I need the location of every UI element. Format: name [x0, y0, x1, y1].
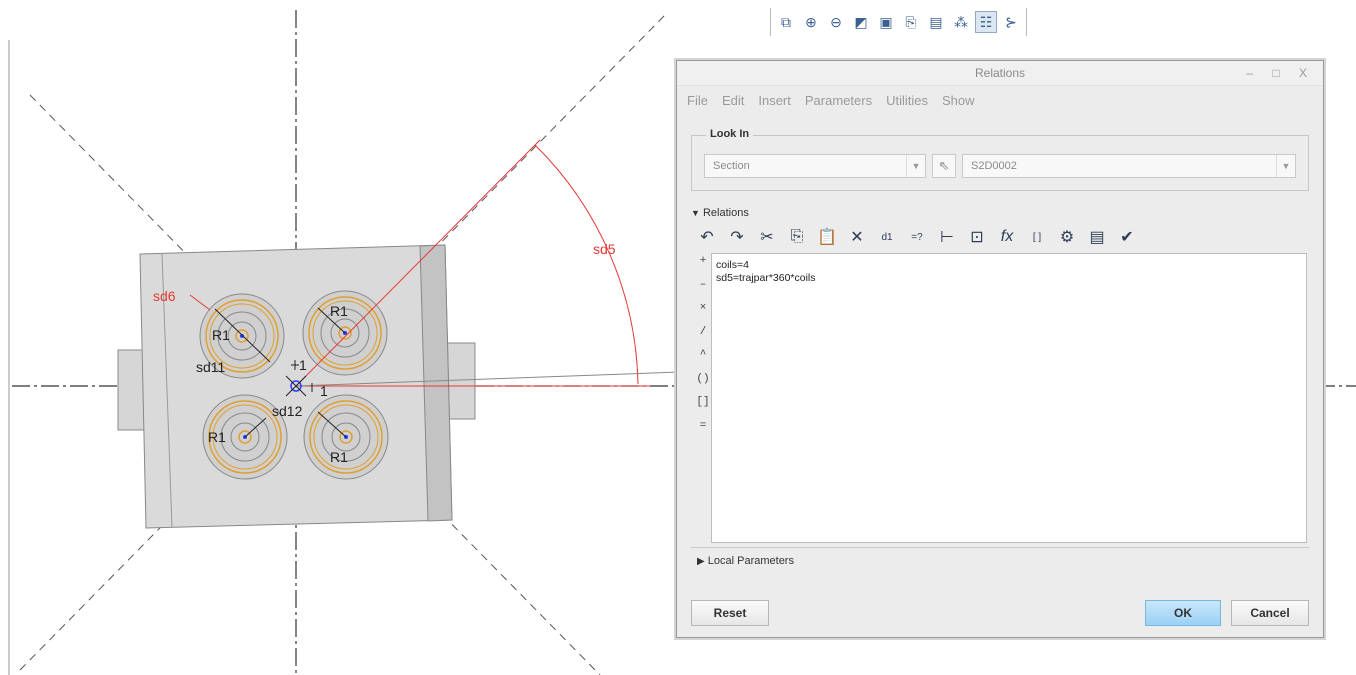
- undo-icon[interactable]: ↶: [695, 225, 719, 249]
- look-in-type-select[interactable]: Section ▼: [704, 154, 926, 178]
- relation-line[interactable]: coils=4: [716, 259, 1302, 272]
- dim-sd12-label[interactable]: sd12: [272, 403, 303, 419]
- select-pointer-button[interactable]: ⇖: [932, 154, 956, 178]
- dialog-title: Relations: [974, 66, 1026, 80]
- menu-edit[interactable]: Edit: [722, 93, 744, 108]
- copy-icon[interactable]: ⎘: [785, 225, 809, 249]
- datum-display-icon[interactable]: ⁂: [950, 11, 972, 33]
- view-manager-icon[interactable]: ▤: [925, 11, 947, 33]
- relations-section-label: Relations: [702, 207, 749, 219]
- evaluate-icon[interactable]: =?: [905, 225, 929, 249]
- look-in-type-value: Section: [713, 160, 750, 172]
- cut-icon[interactable]: ✂: [755, 225, 779, 249]
- chevron-down-icon: ▼: [906, 155, 925, 177]
- verify-icon[interactable]: ✔: [1115, 225, 1139, 249]
- menu-insert[interactable]: Insert: [758, 93, 791, 108]
- dim-sd6-label[interactable]: sd6: [153, 288, 176, 304]
- radius-label-tr[interactable]: R1: [330, 303, 348, 319]
- operator-column: + – × / ^ () [] =: [695, 255, 711, 443]
- sketch-display-icon[interactable]: ☷: [975, 11, 997, 33]
- cursor-arrow-icon: ⇖: [938, 158, 950, 173]
- constraint-label-b: 1: [320, 383, 328, 399]
- reset-button[interactable]: Reset: [691, 600, 769, 626]
- relations-section-toggle[interactable]: ▼ Relations: [691, 207, 749, 219]
- ok-button[interactable]: OK: [1145, 600, 1221, 626]
- insert-dimension-icon[interactable]: ⊢: [935, 225, 959, 249]
- refit-icon[interactable]: ⧉: [775, 11, 797, 33]
- op-divide[interactable]: /: [695, 326, 711, 350]
- look-in-group: Look In Section ▼ ⇖ S2D0002 ▼: [691, 128, 1309, 191]
- menu-utilities[interactable]: Utilities: [886, 93, 928, 108]
- dialog-titlebar[interactable]: Relations – □ X: [677, 61, 1323, 86]
- unit-sensitive-icon[interactable]: ⚙: [1055, 225, 1079, 249]
- menu-file[interactable]: File: [687, 93, 708, 108]
- look-in-legend: Look In: [706, 128, 754, 140]
- sort-icon[interactable]: ▤: [1085, 225, 1109, 249]
- radius-label-tl[interactable]: R1: [212, 327, 230, 343]
- local-parameters-toggle[interactable]: ▶ Local Parameters: [697, 555, 794, 567]
- paste-icon[interactable]: 📋: [815, 225, 839, 249]
- display-icon[interactable]: ⊡: [965, 225, 989, 249]
- delete-icon[interactable]: ✕: [845, 225, 869, 249]
- op-power[interactable]: ^: [695, 349, 711, 373]
- zoom-in-icon[interactable]: ⊕: [800, 11, 822, 33]
- op-plus[interactable]: +: [695, 255, 711, 279]
- view-toolbar: ⧉ ⊕ ⊖ ◩ ▣ ⎘ ▤ ⁂ ☷ ⊱: [770, 8, 1027, 36]
- look-in-item-select[interactable]: S2D0002 ▼: [962, 154, 1296, 178]
- divider: [691, 547, 1309, 548]
- dialog-button-row: Reset OK Cancel: [677, 595, 1323, 637]
- op-brackets[interactable]: []: [695, 396, 711, 420]
- display-style-icon[interactable]: ▣: [875, 11, 897, 33]
- caret-down-icon: ▼: [691, 208, 700, 218]
- caret-right-icon: ▶: [697, 556, 705, 567]
- sketcher-display-icon[interactable]: ⊱: [1000, 11, 1022, 33]
- dim-sd5-label[interactable]: sd5: [593, 241, 616, 257]
- brackets-icon[interactable]: [ ]: [1025, 225, 1049, 249]
- constraint-label-a: 1: [299, 357, 307, 373]
- op-multiply[interactable]: ×: [695, 302, 711, 326]
- chevron-down-icon: ▼: [1276, 155, 1295, 177]
- local-parameters-label: Local Parameters: [707, 555, 794, 567]
- menu-parameters[interactable]: Parameters: [805, 93, 872, 108]
- dim-sd11-label[interactable]: sd11: [196, 359, 226, 375]
- insert-function-icon[interactable]: fx: [995, 225, 1019, 249]
- switch-dims-icon[interactable]: d1: [875, 225, 899, 249]
- radius-label-br[interactable]: R1: [330, 449, 348, 465]
- look-in-item-value: S2D0002: [971, 160, 1017, 172]
- relation-line[interactable]: sd5=trajpar*360*coils: [716, 272, 1302, 285]
- cancel-button[interactable]: Cancel: [1231, 600, 1309, 626]
- relations-toolbar: ↶ ↷ ✂ ⎘ 📋 ✕ d1 =? ⊢ ⊡ fx [ ] ⚙ ▤ ✔: [695, 224, 1139, 250]
- relations-dialog: Relations – □ X File Edit Insert Paramet…: [676, 60, 1324, 638]
- radius-label-bl[interactable]: R1: [208, 429, 226, 445]
- op-parens[interactable]: (): [695, 373, 711, 397]
- op-minus[interactable]: –: [695, 279, 711, 303]
- window-controls[interactable]: – □ X: [1246, 61, 1315, 85]
- zoom-out-icon[interactable]: ⊖: [825, 11, 847, 33]
- menu-show[interactable]: Show: [942, 93, 975, 108]
- repaint-icon[interactable]: ◩: [850, 11, 872, 33]
- saved-orientations-icon[interactable]: ⎘: [900, 11, 922, 33]
- relations-editor[interactable]: coils=4 sd5=trajpar*360*coils: [711, 253, 1307, 543]
- menu-bar: File Edit Insert Parameters Utilities Sh…: [677, 86, 1323, 114]
- op-equals[interactable]: =: [695, 420, 711, 444]
- redo-icon[interactable]: ↷: [725, 225, 749, 249]
